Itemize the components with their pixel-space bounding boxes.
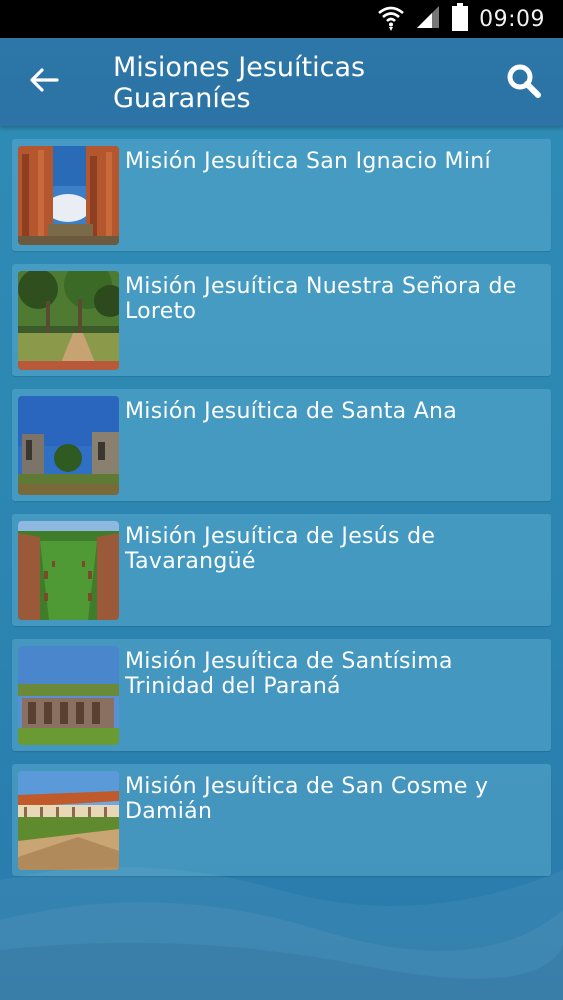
mission-item-loreto[interactable]: Misión Jesuítica Nuestra Señora de Loret…: [12, 264, 551, 376]
wifi-icon: [377, 3, 405, 35]
status-time: 09:09: [479, 6, 545, 32]
missions-list: Misión Jesuítica San Ignacio Miní Misión…: [12, 139, 551, 889]
battery-icon: [451, 3, 469, 35]
mission-thumbnail: [18, 646, 119, 745]
back-button[interactable]: [18, 58, 70, 106]
page-title-line-1: Misiones Jesuíticas: [113, 52, 366, 83]
mission-title: Misión Jesuítica Nuestra Señora de Loret…: [125, 274, 517, 324]
search-icon: [506, 63, 542, 103]
mission-thumbnail: [18, 521, 119, 620]
app-bar: Misiones Jesuíticas Guaraníes: [0, 38, 563, 126]
mission-thumbnail: [18, 271, 119, 370]
mission-item-santa-ana[interactable]: Misión Jesuítica de Santa Ana: [12, 389, 551, 501]
mission-thumbnail: [18, 146, 119, 245]
mission-thumbnail: [18, 396, 119, 495]
mission-item-jesus-de-tavarangue[interactable]: Misión Jesuítica de Jesús de Tavarangüé: [12, 514, 551, 626]
mission-title: Misión Jesuítica San Ignacio Miní: [125, 149, 491, 174]
page-title: Misiones Jesuíticas Guaraníes: [113, 52, 443, 114]
status-icons: 09:09: [377, 0, 545, 38]
background-waves: [0, 840, 563, 1000]
mission-title: Misión Jesuítica de Santa Ana: [125, 399, 458, 424]
status-bar: 09:09: [0, 0, 563, 38]
mission-item-san-ignacio-mini[interactable]: Misión Jesuítica San Ignacio Miní: [12, 139, 551, 251]
mission-title: Misión Jesuítica de Santísima Trinidad d…: [125, 649, 453, 699]
arrow-left-icon: [29, 67, 59, 97]
page-title-line-2: Guaraníes: [113, 83, 251, 114]
mission-title: Misión Jesuítica de Jesús de Tavarangüé: [125, 524, 436, 574]
search-button[interactable]: [499, 58, 549, 108]
mission-item-santisima-trinidad[interactable]: Misión Jesuítica de Santísima Trinidad d…: [12, 639, 551, 751]
mission-title: Misión Jesuítica de San Cosme y Damián: [125, 774, 489, 824]
signal-icon: [415, 4, 441, 34]
